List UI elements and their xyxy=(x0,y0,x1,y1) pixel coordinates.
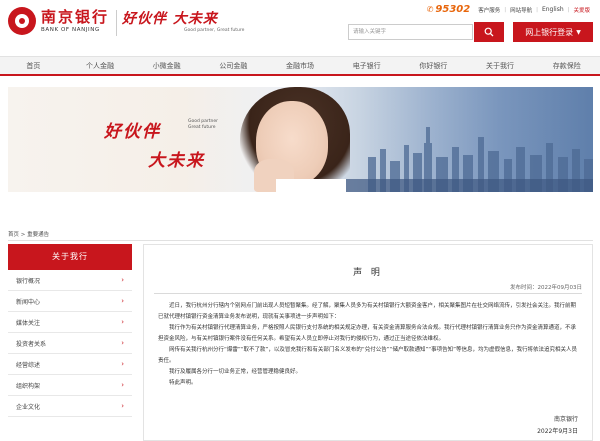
breadcrumb-divider xyxy=(8,240,593,241)
nav-home[interactable]: 首页 xyxy=(0,57,67,74)
chevron-right-icon: › xyxy=(121,360,124,368)
sidebar-item-label: 企业文化 xyxy=(16,403,41,411)
article-paragraph: 网传有关我行杭州分行“爆雷”“取不了款”，以及冒充我行和有关部门名义发布的“兑付… xyxy=(158,347,577,364)
nav-personal-finance[interactable]: 个人金融 xyxy=(67,57,134,74)
nav-hello-bank[interactable]: 你好银行 xyxy=(400,57,467,74)
article-paragraph: 近日，我行杭州分行辖内个别网点门前出现人员短暂聚集。经了解，聚集人员多为有关村镇… xyxy=(158,303,577,320)
article-panel: 声 明 发布时间：2022年09月03日 近日，我行杭州分行辖内个别网点门前出现… xyxy=(143,244,593,441)
search-button[interactable] xyxy=(474,22,504,42)
page: 南京银行 BANK OF NANJING 好伙伴 大未来 Good partne… xyxy=(0,0,600,441)
sidebar-item-media[interactable]: 媒体关注 › xyxy=(8,312,132,333)
nav-about-us[interactable]: 关于我行 xyxy=(467,57,534,74)
nav-corporate-finance[interactable]: 公司金融 xyxy=(200,57,267,74)
chevron-right-icon: › xyxy=(121,276,124,284)
main-nav: 首页 个人金融 小微金融 公司金融 金融市场 电子银行 你好银行 关于我行 存款… xyxy=(0,56,600,76)
sidebar-title: 关于我行 xyxy=(8,244,132,270)
city-skyline-image xyxy=(338,127,593,192)
nav-deposit-insurance[interactable]: 存款保险 xyxy=(533,57,600,74)
sidebar-item-label: 组织构架 xyxy=(16,382,41,390)
chevron-right-icon: › xyxy=(121,318,124,326)
header-slogan: 好伙伴 大未来 Good partner, Great future xyxy=(122,10,244,34)
banner-slogan-en: Good partner Great future xyxy=(188,119,218,130)
sidebar-item-label: 媒体关注 xyxy=(16,319,41,327)
chevron-down-icon: ▼ xyxy=(576,28,581,36)
woman-shirt xyxy=(276,179,346,192)
sidebar: 关于我行 银行概况 › 新闻中心 › 媒体关注 › 投资者关系 › 经营综述 ›… xyxy=(8,244,132,441)
article-paragraph: 我行作为有关村镇银行代理清算业务，严格按照人民银行支付系统的相关规定办理，有关资… xyxy=(158,325,577,342)
sidebar-item-organization[interactable]: 组织构架 › xyxy=(8,375,132,396)
sidebar-item-investor-relations[interactable]: 投资者关系 › xyxy=(8,333,132,354)
sidebar-item-corporate-culture[interactable]: 企业文化 › xyxy=(8,396,132,417)
article-title: 声 明 xyxy=(353,268,383,278)
hotline-number: 95302 xyxy=(435,4,471,15)
logo-name-cn: 南京银行 xyxy=(41,7,110,26)
hero-banner: 好伙伴 Good partner Great future 大未来 xyxy=(8,87,593,192)
banner-slogan: 好伙伴 Good partner Great future 大未来 xyxy=(104,117,218,171)
online-banking-label: 网上银行登录 xyxy=(525,27,574,37)
nav-financial-markets[interactable]: 金融市场 xyxy=(267,57,334,74)
logo-name-en: BANK OF NANJING xyxy=(41,26,100,33)
sidebar-item-label: 银行概况 xyxy=(16,277,41,285)
bank-logo[interactable]: 南京银行 BANK OF NANJING xyxy=(8,7,109,35)
header-divider xyxy=(116,10,117,36)
online-banking-login-button[interactable]: 网上银行登录 ▼ xyxy=(513,22,593,42)
english-link[interactable]: English xyxy=(542,6,564,13)
sidebar-item-news-center[interactable]: 新闻中心 › xyxy=(8,291,132,312)
sidebar-item-business-review[interactable]: 经营综述 › xyxy=(8,354,132,375)
header: 南京银行 BANK OF NANJING 好伙伴 大未来 Good partne… xyxy=(0,0,600,52)
chevron-right-icon: › xyxy=(121,402,124,410)
article-divider xyxy=(154,293,582,294)
phone-icon: ✆ xyxy=(426,5,434,14)
top-links: ✆ 95302 客户服务 | 网站导航 | English | 关爱版 xyxy=(426,4,590,15)
article-body: 近日，我行杭州分行辖内个别网点门前出现人员短暂聚集。经了解，聚集人员多为有关村镇… xyxy=(158,301,580,389)
nav-small-business[interactable]: 小微金融 xyxy=(133,57,200,74)
chevron-right-icon: › xyxy=(121,339,124,347)
sidebar-item-label: 经营综述 xyxy=(16,361,41,369)
search-icon xyxy=(484,27,494,37)
chevron-right-icon: › xyxy=(121,381,124,389)
breadcrumb[interactable]: 首页 > 重要通告 xyxy=(8,230,49,238)
sidebar-item-label: 新闻中心 xyxy=(16,298,41,306)
article-paragraph: 我行及履属各分行一切业务正常，经营管理稳健良好。 xyxy=(169,369,302,375)
banner-slogan-line2: 大未来 xyxy=(148,151,205,171)
publish-date: 发布时间：2022年09月03日 xyxy=(510,285,582,291)
signature-date: 2022年9月3日 xyxy=(537,428,578,435)
sidebar-item-label: 投资者关系 xyxy=(16,340,47,348)
article-paragraph: 特此声明。 xyxy=(169,380,197,386)
chevron-right-icon: › xyxy=(121,297,124,305)
site-map-link[interactable]: 网站导航 xyxy=(510,6,532,14)
slogan-cn: 好伙伴 大未来 xyxy=(122,11,218,27)
search-input[interactable]: 请输入关键字 xyxy=(348,24,473,40)
slogan-en: Good partner, Great future xyxy=(184,28,245,33)
customer-service-link[interactable]: 客户服务 xyxy=(478,6,500,14)
sidebar-item-bank-overview[interactable]: 银行概况 › xyxy=(8,270,132,291)
nav-e-banking[interactable]: 电子银行 xyxy=(333,57,400,74)
bank-emblem-icon xyxy=(8,7,36,35)
signature-name: 南京银行 xyxy=(553,416,578,423)
care-mode-link[interactable]: 关爱版 xyxy=(573,6,590,14)
